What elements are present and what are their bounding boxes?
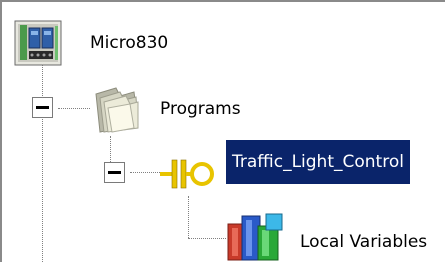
tree-line <box>188 196 190 238</box>
tree-node-local-variables[interactable]: Local Variables <box>226 206 445 262</box>
tree-node-label: Local Variables <box>300 232 428 252</box>
controller-icon <box>14 20 62 66</box>
tree-line <box>130 172 160 174</box>
tree-node-traffic-light-control[interactable]: Traffic_Light_Control <box>160 140 445 189</box>
tree-node-micro830[interactable]: Micro830 <box>14 20 184 66</box>
tree-line <box>42 62 44 262</box>
ladder-program-icon <box>160 159 214 189</box>
tree-node-programs[interactable]: Programs <box>90 84 260 134</box>
programs-folder-icon <box>95 87 139 133</box>
tree-line <box>58 108 90 110</box>
local-variables-icon <box>227 213 283 261</box>
panel-border-left <box>0 0 2 262</box>
programs-collapse-toggle[interactable] <box>32 97 53 118</box>
panel-border-top <box>0 0 445 2</box>
tree-node-label: Micro830 <box>90 33 169 53</box>
tree-node-label: Programs <box>160 99 241 119</box>
program-collapse-toggle[interactable] <box>104 162 125 183</box>
tree-line <box>188 238 226 240</box>
tree-node-label-selected: Traffic_Light_Control <box>226 140 410 184</box>
